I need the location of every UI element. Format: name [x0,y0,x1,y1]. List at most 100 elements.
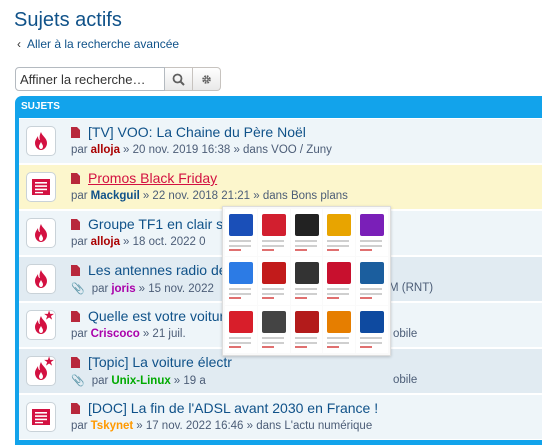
chevron-left-icon: ‹ [17,37,21,51]
product-thumbnail [225,305,257,353]
ad-image-popup [222,206,391,356]
by-label: par [71,236,88,248]
product-text-line [294,297,307,300]
product-text-line [294,288,317,291]
search-settings-button[interactable] [193,67,221,91]
topic-icon [71,218,80,230]
topic-icon [71,172,80,184]
topic-icon [71,264,80,276]
author-link[interactable]: alloja [91,236,120,248]
product-card-image [229,214,253,236]
author-link[interactable]: alloja [91,144,120,156]
topic-title-link[interactable]: [DOC] La fin de l'ADSL avant 2030 en Fra… [71,400,378,416]
product-text-line [360,345,373,348]
topic-icon [71,356,80,368]
topic-forum-tail: M (RNT) [389,282,434,294]
search-icon [172,73,185,86]
product-thumbnail [290,305,323,353]
product-text-line [261,288,284,291]
attachment-icon: 📎 [71,283,85,295]
advanced-search-link[interactable]: ‹ Aller à la recherche avancée [17,37,179,51]
topic-date-forum: » 15 nov. 2022 [138,282,214,295]
topic-date-forum: » 20 nov. 2019 16:38 » dans VOO / Zuny [123,144,332,156]
list-icon [26,402,56,432]
topic-meta: par alloja» 20 nov. 2019 16:38 » dans VOO… [71,144,332,156]
list-icon [26,172,56,202]
product-thumbnail [290,257,323,305]
author-link[interactable]: Tskynet [91,420,134,432]
topic-forum-tail: obile [393,374,418,386]
author-link[interactable]: joris [111,283,135,295]
advanced-search-label: Aller à la recherche avancée [27,37,180,51]
product-thumbnail [290,209,323,257]
author-link[interactable]: Unix-Linux [111,375,170,387]
star-icon: ★ [44,356,54,368]
topic-icon [71,310,80,322]
by-label: par [91,282,109,295]
table-row: Promos Black Friday par Mackguil» 22 nov. … [19,164,542,210]
product-card-image [229,310,253,333]
product-text-line [327,245,350,247]
product-text-line [327,288,350,291]
product-text-line [229,240,251,242]
product-text-line [261,336,284,339]
topic-title: Quelle est votre voiture [88,308,232,324]
product-text-line [294,293,317,296]
search-button[interactable] [165,67,193,91]
topic-title: Les antennes radio de [88,262,227,278]
product-thumbnail [257,257,290,305]
topic-title: [TV] VOO: La Chaine du Père Noël [88,124,306,140]
product-text-line [229,288,251,291]
topic-icon [71,402,80,414]
product-card-image [294,310,319,333]
topic-title: Promos Black Friday [88,170,218,186]
product-card-image [294,262,319,285]
fire-icon [26,218,56,248]
product-thumbnail [356,209,388,257]
product-thumbnail [257,209,290,257]
fire-star-icon: ★ [26,310,56,340]
product-thumbnail [225,257,257,305]
fire-star-icon: ★ [26,356,56,386]
product-card-image [261,262,286,285]
star-icon: ★ [44,310,54,322]
product-text-line [229,341,251,344]
product-text-line [360,336,383,339]
topic-meta: par Mackguil» 22 nov. 2018 21:21 » dans B… [71,190,348,202]
topic-meta: par Criscoco» 21 juil. [71,328,186,340]
product-text-line [261,341,284,344]
product-thumbnail [323,257,356,305]
product-card-image [327,310,352,333]
topic-title-link[interactable]: Quelle est votre voiture [71,308,232,324]
fire-icon [26,264,56,294]
by-label: par [71,420,88,432]
topic-title-link[interactable]: Promos Black Friday [71,170,217,186]
product-thumbnail [356,257,388,305]
product-thumbnail [225,209,257,257]
by-label: par [71,144,88,156]
product-text-line [229,293,251,296]
product-text-line [229,336,251,339]
product-text-line [327,345,340,348]
product-text-line [327,249,340,251]
topic-title-link[interactable]: [Topic] La voiture électr [71,354,232,370]
product-text-line [360,297,373,300]
author-link[interactable]: Criscoco [91,328,140,340]
product-text-line [360,293,383,296]
product-text-line [261,240,284,242]
author-link[interactable]: Mackguil [91,190,140,202]
product-text-line [229,297,241,300]
product-text-line [327,341,350,344]
product-text-line [229,245,251,247]
topic-title-link[interactable]: [TV] VOO: La Chaine du Père Noël [71,124,306,140]
product-card-image [327,214,352,236]
attachment-icon: 📎 [71,375,85,387]
topic-title-link[interactable]: Les antennes radio de [71,262,227,278]
search-input[interactable] [15,67,165,91]
product-text-line [261,249,274,251]
product-text-line [327,293,350,296]
table-row: [TV] VOO: La Chaine du Père Noël par alloj… [19,118,542,164]
topic-title-link[interactable]: Groupe TF1 en clair s [71,216,223,232]
search-box [15,67,221,91]
product-text-line [360,245,383,247]
